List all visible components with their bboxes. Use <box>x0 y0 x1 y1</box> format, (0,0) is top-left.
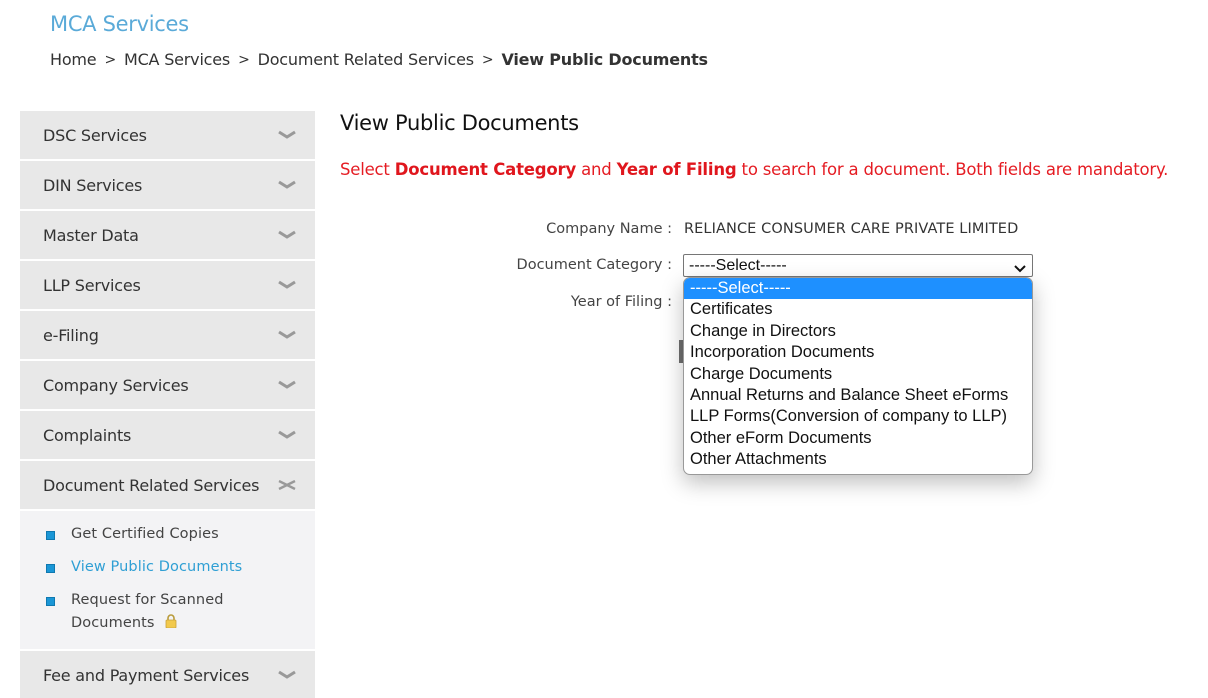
sidebar-item-label: DIN Services <box>43 175 143 195</box>
chevron-down-icon <box>277 179 297 191</box>
dropdown-option-other-attachments[interactable]: Other Attachments <box>684 449 1032 470</box>
breadcrumb-document-related-services[interactable]: Document Related Services <box>258 50 475 69</box>
year-of-filing-label: Year of Filing : <box>570 294 672 310</box>
page-title: View Public Documents <box>340 111 579 135</box>
instruction-part: to search for a document. Both fields ar… <box>736 160 1169 179</box>
chevron-down-icon <box>277 329 297 341</box>
site-title[interactable]: MCA Services <box>50 12 189 36</box>
bullet-icon <box>46 597 55 606</box>
breadcrumb-mca-services[interactable]: MCA Services <box>124 50 230 69</box>
company-name-value: RELIANCE CONSUMER CARE PRIVATE LIMITED <box>684 221 1019 237</box>
sidebar: DSC Services DIN Services Master Data LL… <box>20 111 315 698</box>
breadcrumb: Home > MCA Services > Document Related S… <box>50 50 708 69</box>
sidebar-item-label: LLP Services <box>43 275 141 295</box>
instruction-text: Select Document Category and Year of Fil… <box>340 160 1168 179</box>
sidebar-item-label: e-Filing <box>43 325 99 345</box>
company-name-label: Company Name : <box>546 221 672 237</box>
breadcrumb-home[interactable]: Home <box>50 50 97 69</box>
instruction-bold-year: Year of Filing <box>616 160 737 179</box>
instruction-part: Select <box>340 160 395 179</box>
chevron-down-icon <box>277 279 297 291</box>
chevron-down-icon <box>1013 261 1027 272</box>
dropdown-option-certificates[interactable]: Certificates <box>684 299 1032 320</box>
dropdown-option-charge-documents[interactable]: Charge Documents <box>684 364 1032 385</box>
chevron-down-icon <box>277 129 297 141</box>
chevron-down-icon <box>277 669 297 681</box>
sidebar-item-label: DSC Services <box>43 125 147 145</box>
dropdown-option-annual-returns[interactable]: Annual Returns and Balance Sheet eForms <box>684 385 1032 406</box>
collapse-icon <box>277 479 297 491</box>
sidebar-item-document-related-services[interactable]: Document Related Services <box>20 461 315 509</box>
sidebar-item-label: Fee and Payment Services <box>43 665 250 685</box>
sidebar-item-label: Document Related Services <box>43 475 260 495</box>
breadcrumb-separator: > <box>238 51 250 68</box>
sidebar-item-label: Master Data <box>43 225 139 245</box>
breadcrumb-current: View Public Documents <box>501 50 708 69</box>
document-category-label: Document Category : <box>516 257 672 273</box>
submenu-item-request-scanned-documents[interactable]: Request for Scanned Documents <box>20 589 315 635</box>
breadcrumb-separator: > <box>104 51 116 68</box>
lock-icon <box>165 613 177 629</box>
sidebar-item-fee-and-payment-services[interactable]: Fee and Payment Services <box>20 651 315 698</box>
submenu-item-label: Get Certified Copies <box>71 526 219 542</box>
chevron-down-icon <box>277 229 297 241</box>
sidebar-item-complaints[interactable]: Complaints <box>20 411 315 459</box>
submenu-item-get-certified-copies[interactable]: Get Certified Copies <box>20 523 315 546</box>
dropdown-option-select[interactable]: -----Select----- <box>684 278 1032 300</box>
dropdown-option-other-eform-documents[interactable]: Other eForm Documents <box>684 428 1032 449</box>
document-services-submenu: Get Certified Copies View Public Documen… <box>20 511 315 649</box>
sidebar-item-llp-services[interactable]: LLP Services <box>20 261 315 309</box>
sidebar-item-e-filing[interactable]: e-Filing <box>20 311 315 359</box>
bullet-icon <box>46 564 55 573</box>
instruction-part: and <box>576 160 617 179</box>
sidebar-item-label: Complaints <box>43 425 132 445</box>
chevron-down-icon <box>277 429 297 441</box>
document-category-value: -----Select----- <box>689 256 787 274</box>
dropdown-option-llp-forms[interactable]: LLP Forms(Conversion of company to LLP) <box>684 406 1032 427</box>
sidebar-item-label: Company Services <box>43 375 189 395</box>
sidebar-item-din-services[interactable]: DIN Services <box>20 161 315 209</box>
dropdown-option-incorporation-documents[interactable]: Incorporation Documents <box>684 342 1032 363</box>
submenu-item-view-public-documents[interactable]: View Public Documents <box>20 556 315 579</box>
submenu-item-label: View Public Documents <box>71 559 243 575</box>
chevron-down-icon <box>277 379 297 391</box>
sidebar-item-company-services[interactable]: Company Services <box>20 361 315 409</box>
breadcrumb-separator: > <box>481 51 494 68</box>
sidebar-item-dsc-services[interactable]: DSC Services <box>20 111 315 159</box>
dropdown-option-change-in-directors[interactable]: Change in Directors <box>684 321 1032 342</box>
instruction-bold-category: Document Category <box>394 160 577 179</box>
sidebar-item-master-data[interactable]: Master Data <box>20 211 315 259</box>
document-category-dropdown: -----Select----- Certificates Change in … <box>683 277 1033 475</box>
document-category-select[interactable]: -----Select----- <box>683 254 1033 277</box>
submenu-item-label: Request for Scanned Documents <box>71 592 224 631</box>
bullet-icon <box>46 531 55 540</box>
